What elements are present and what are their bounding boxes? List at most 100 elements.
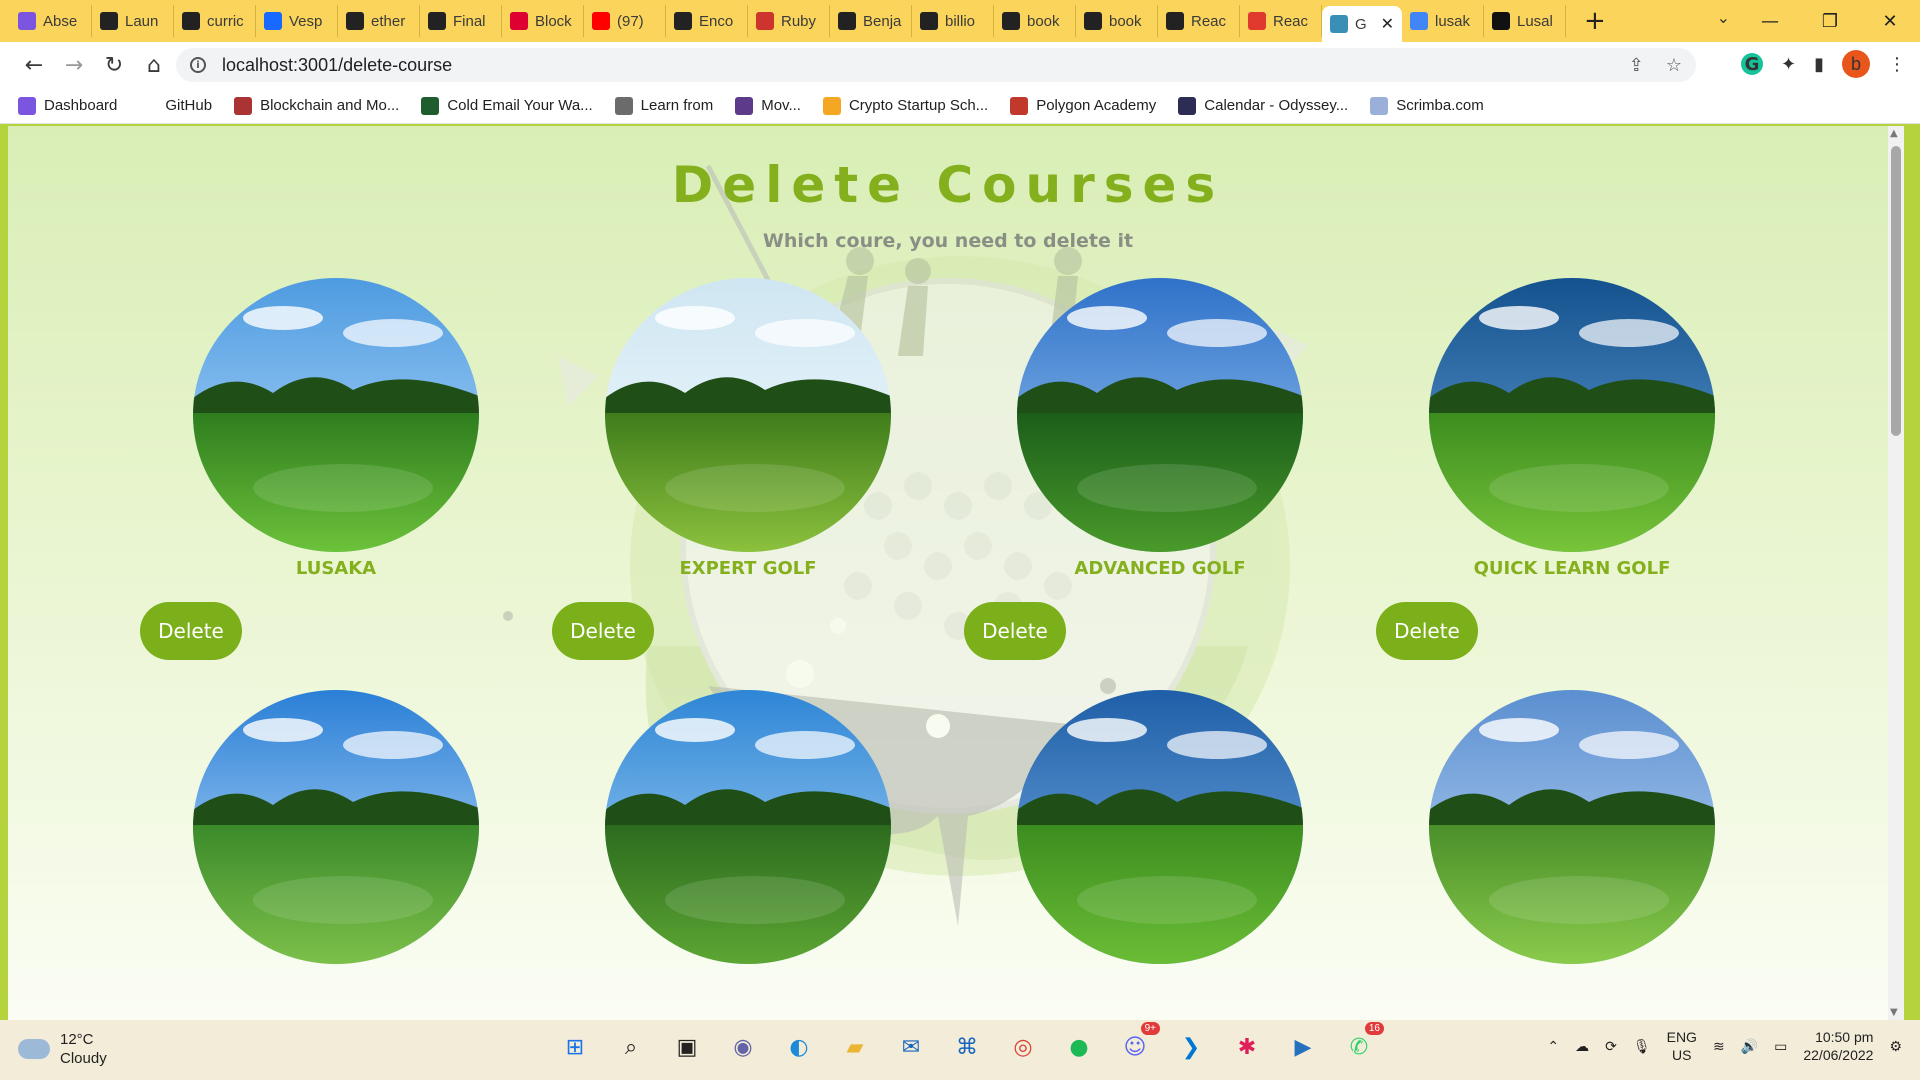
browser-tab[interactable]: Laun — [92, 5, 174, 37]
browser-tab[interactable]: Ruby — [748, 5, 830, 37]
browser-tab[interactable]: (97) — [584, 5, 666, 37]
delete-course-button[interactable]: Delete — [964, 602, 1066, 660]
store-icon[interactable]: ⌘ — [948, 1028, 986, 1066]
restore-icon[interactable]: ❐ — [1800, 11, 1860, 32]
scrollbar-thumb[interactable] — [1891, 146, 1901, 436]
battery-icon[interactable]: ▭ — [1774, 1038, 1787, 1055]
delete-course-button[interactable]: Delete — [140, 602, 242, 660]
discord-icon[interactable]: ☺ 9+ — [1116, 1022, 1160, 1066]
whatsapp-icon[interactable]: ✆ 16 — [1340, 1022, 1384, 1066]
teams-chat-icon[interactable]: ◉ — [724, 1028, 762, 1066]
course-photo — [1017, 690, 1303, 964]
bookmark-item[interactable]: Dashboard — [18, 96, 117, 115]
site-info-icon[interactable]: i — [190, 57, 206, 73]
microphone-icon[interactable]: 🎙 — [1633, 1038, 1651, 1055]
bookmark-item[interactable]: Polygon Academy — [1010, 96, 1156, 115]
volume-icon[interactable]: 🔊 — [1741, 1038, 1758, 1055]
bookmark-favicon-icon — [735, 96, 754, 115]
task-view-icon[interactable]: ▣ — [668, 1028, 706, 1066]
scroll-down-icon[interactable]: ▼ — [1890, 1007, 1898, 1018]
globe-icon — [1166, 12, 1184, 30]
onedrive-icon[interactable]: ☁ — [1575, 1038, 1589, 1055]
browser-tab[interactable]: Benja — [830, 5, 912, 37]
browser-tab[interactable]: Block — [502, 5, 584, 37]
address-bar[interactable]: i localhost:3001/delete-course ⇪ ☆ — [176, 48, 1696, 82]
browser-tab[interactable]: Vesp — [256, 5, 338, 37]
bookmark-label: GitHub — [165, 97, 213, 114]
mail-icon[interactable]: ✉ — [892, 1028, 930, 1066]
side-panel-icon[interactable]: ▮ — [1814, 54, 1824, 75]
powershell-icon[interactable]: ▶ — [1284, 1028, 1322, 1066]
new-tab-plus-icon[interactable]: + — [1584, 8, 1606, 34]
notifications-icon[interactable]: ⚙ — [1889, 1038, 1902, 1055]
language-code: ENG — [1666, 1029, 1697, 1045]
weather-widget[interactable]: 12°C Cloudy — [18, 1030, 107, 1068]
browser-tab[interactable]: G ✕ — [1322, 6, 1402, 42]
wifi-icon[interactable]: ≋ — [1713, 1038, 1725, 1055]
file-explorer-icon[interactable]: ▰ — [836, 1028, 874, 1066]
delete-course-button[interactable]: Delete — [552, 602, 654, 660]
clock-date: 22/06/2022 — [1803, 1047, 1874, 1063]
bookmark-item[interactable]: Blockchain and Mo... — [234, 96, 399, 115]
browser-tab[interactable]: book — [994, 5, 1076, 37]
browser-tab[interactable]: Reac — [1240, 5, 1322, 37]
vscode-icon[interactable]: ❯ — [1172, 1028, 1210, 1066]
sync-icon[interactable]: ⟳ — [1605, 1038, 1617, 1055]
delete-course-button[interactable]: Delete — [1376, 602, 1478, 660]
forward-arrow-icon[interactable]: → — [54, 45, 94, 85]
tab-title: Final — [453, 12, 486, 30]
system-tray: ⌃ ☁ ⟳ 🎙 ENG US ≋ 🔊 ▭ 10:50 pm 22/06/2022… — [1547, 1028, 1902, 1064]
bookmark-star-icon[interactable]: ☆ — [1666, 55, 1682, 76]
page-scrollbar[interactable]: ▲ ▼ — [1888, 126, 1904, 1020]
tab-title: billio — [945, 12, 976, 30]
bookmark-item[interactable]: Calendar - Odyssey... — [1178, 96, 1348, 115]
browser-tab[interactable]: book — [1076, 5, 1158, 37]
back-arrow-icon[interactable]: ← — [14, 45, 54, 85]
extensions-puzzle-icon[interactable]: ✦ — [1781, 54, 1796, 75]
scroll-up-icon[interactable]: ▲ — [1890, 128, 1898, 139]
edge-icon[interactable]: ◐ — [780, 1028, 818, 1066]
profile-avatar[interactable]: b — [1842, 50, 1870, 78]
minimize-icon[interactable]: — — [1740, 11, 1800, 32]
browser-tab[interactable]: billio — [912, 5, 994, 37]
browser-tab[interactable]: Enco — [666, 5, 748, 37]
bookmark-label: Mov... — [761, 97, 801, 114]
share-icon[interactable]: ⇪ — [1629, 55, 1644, 76]
course-name: ADVANCED GOLF — [1074, 558, 1246, 579]
menu-dots-icon[interactable]: ⋮ — [1888, 54, 1906, 75]
grammarly-icon[interactable]: G — [1741, 53, 1763, 75]
clock[interactable]: 10:50 pm 22/06/2022 — [1803, 1028, 1873, 1064]
browser-tab[interactable]: Lusal — [1484, 5, 1566, 37]
browser-tab[interactable]: Reac — [1158, 5, 1240, 37]
course-name: EXPERT GOLF — [679, 558, 817, 579]
browser-tab[interactable]: Abse — [10, 5, 92, 37]
bookmark-favicon-icon — [18, 96, 36, 115]
bookmark-item[interactable]: Scrimba.com — [1370, 96, 1484, 115]
course-photo — [1429, 690, 1715, 964]
home-icon[interactable]: ⌂ — [134, 45, 174, 85]
bookmark-item[interactable]: GitHub — [139, 96, 213, 115]
browser-tab[interactable]: lusak — [1402, 5, 1484, 37]
spotify-icon[interactable]: ● — [1060, 1028, 1098, 1066]
browser-tab[interactable]: Final — [420, 5, 502, 37]
search-icon[interactable]: ⌕ — [612, 1028, 650, 1066]
ruby-icon — [756, 12, 774, 30]
bookmark-item[interactable]: Learn from — [614, 96, 713, 115]
chrome-icon[interactable]: ◎ — [1004, 1028, 1042, 1066]
slack-icon[interactable]: ✱ — [1228, 1028, 1266, 1066]
reload-icon[interactable]: ↻ — [94, 45, 134, 85]
bookmark-item[interactable]: Crypto Startup Sch... — [822, 96, 988, 115]
windows-start-icon[interactable]: ⊞ — [556, 1028, 594, 1066]
url-text[interactable]: localhost:3001/delete-course — [222, 55, 452, 76]
browser-tab[interactable]: curric — [174, 5, 256, 37]
show-hidden-icons-icon[interactable]: ⌃ — [1547, 1038, 1559, 1055]
bookmark-item[interactable]: Cold Email Your Wa... — [421, 96, 593, 115]
language-indicator[interactable]: ENG US — [1667, 1028, 1697, 1064]
browser-toolbar: ← → ↻ ⌂ i localhost:3001/delete-course ⇪… — [0, 42, 1920, 88]
bookmark-item[interactable]: Mov... — [735, 96, 801, 115]
bookmark-favicon-icon — [139, 96, 158, 115]
tab-close-icon[interactable]: ✕ — [1381, 14, 1394, 34]
close-window-icon[interactable]: ✕ — [1860, 11, 1920, 32]
tab-search-chevron-icon[interactable]: ⌄ — [1717, 8, 1730, 27]
browser-tab[interactable]: ether — [338, 5, 420, 37]
